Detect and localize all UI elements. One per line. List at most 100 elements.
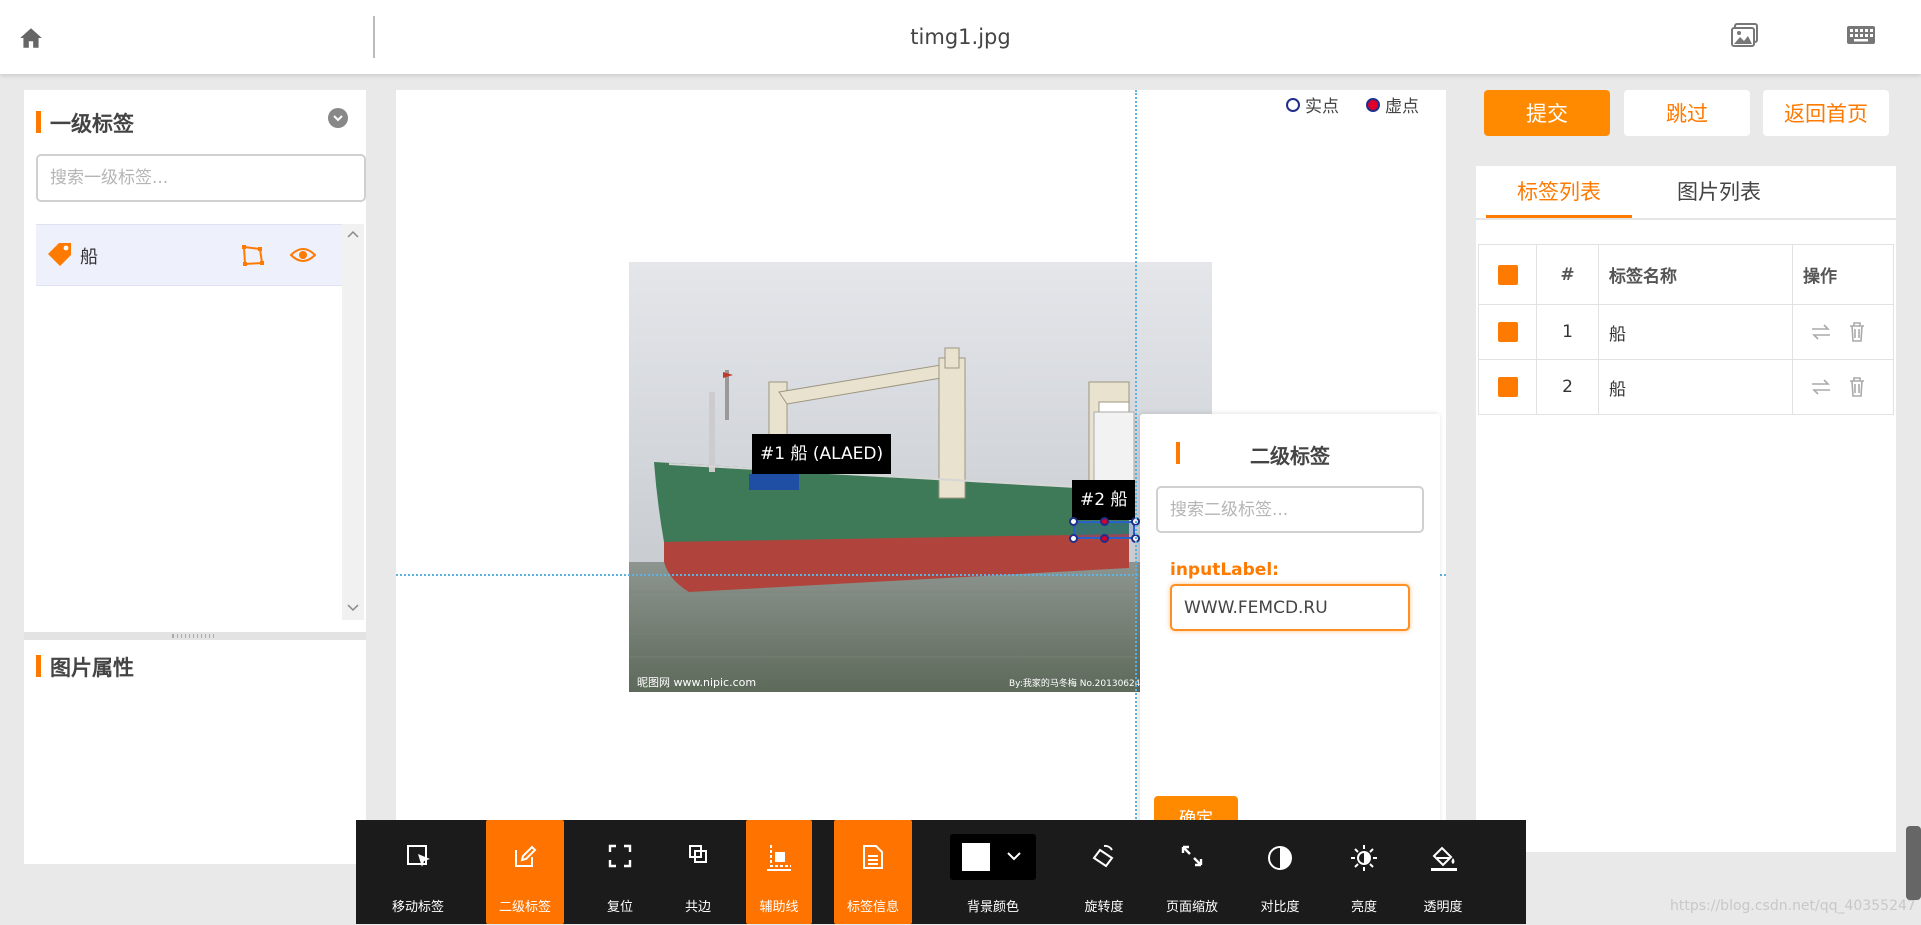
- tab-image-list[interactable]: 图片列表: [1646, 166, 1792, 218]
- label-list-scrollbar[interactable]: [342, 224, 364, 620]
- bbox-handle[interactable]: [1069, 517, 1078, 526]
- keyboard-icon[interactable]: [1846, 24, 1876, 46]
- column-header-name: 标签名称: [1598, 244, 1793, 305]
- tool-label-info[interactable]: 标签信息: [834, 820, 912, 924]
- image-watermark-right: By:我家的马冬梅 No.20130624: [1009, 677, 1141, 689]
- row-name: 船: [1598, 359, 1793, 415]
- tool-guide-lines[interactable]: 辅助线: [746, 820, 812, 924]
- cursor-icon: [407, 845, 430, 867]
- tool-brightness[interactable]: 亮度: [1334, 820, 1394, 924]
- guide-lines-icon: [767, 845, 791, 871]
- legend-virtual-point-label: 虚点: [1385, 97, 1419, 117]
- tool-label: 亮度: [1350, 900, 1377, 915]
- tab-underline: [1476, 218, 1896, 220]
- primary-label-panel: 一级标签 船: [24, 90, 366, 632]
- solid-point-radio-icon: [1286, 97, 1300, 112]
- footer-watermark: https://blog.csdn.net/qq_40355247: [1670, 898, 1916, 914]
- tool-shared-edge[interactable]: 共边: [666, 820, 730, 924]
- image-properties-title: 图片属性: [36, 652, 134, 682]
- annotation-tag-1[interactable]: #1 船 (ALAED): [752, 434, 892, 474]
- tool-label: 旋转度: [1084, 900, 1124, 915]
- primary-label-title: 一级标签: [36, 108, 134, 138]
- tool-secondary-label[interactable]: 二级标签: [486, 820, 564, 924]
- input-label-caption: inputLabel:: [1170, 560, 1279, 580]
- scroll-up-icon[interactable]: [347, 230, 359, 238]
- row-index: 1: [1536, 304, 1599, 360]
- annotation-bbox-2[interactable]: [1069, 517, 1140, 543]
- collapse-icon[interactable]: [328, 108, 348, 128]
- tab-label-list[interactable]: 标签列表: [1486, 166, 1632, 218]
- image-properties-panel: 图片属性: [24, 640, 366, 864]
- fullscreen-icon: [608, 844, 632, 868]
- label-value-input[interactable]: [1170, 584, 1410, 631]
- background-color-picker[interactable]: [950, 834, 1036, 880]
- resize-grip: [172, 634, 216, 638]
- label-list-panel: 标签列表 图片列表 # 标签名称 操作 1 船 2 船: [1476, 166, 1896, 852]
- secondary-label-title: 二级标签: [1250, 444, 1330, 468]
- rotate-icon: [1092, 844, 1114, 868]
- secondary-label-search-input[interactable]: [1156, 486, 1424, 533]
- expand-icon: [1181, 845, 1203, 867]
- legend-solid-point[interactable]: 实点: [1286, 92, 1339, 117]
- color-swatch: [962, 843, 990, 871]
- checkbox-icon: [1497, 377, 1518, 397]
- eye-icon[interactable]: [290, 245, 316, 265]
- tool-reset[interactable]: 复位: [584, 820, 656, 924]
- polygon-icon[interactable]: [240, 243, 266, 267]
- skip-button[interactable]: 跳过: [1624, 90, 1750, 136]
- table-row[interactable]: 2 船: [1478, 359, 1894, 415]
- tool-opacity[interactable]: 透明度: [1408, 820, 1478, 924]
- column-header-index: #: [1536, 244, 1599, 305]
- tool-label: 二级标签: [498, 900, 551, 915]
- primary-label-search-input[interactable]: [36, 154, 366, 202]
- trash-icon[interactable]: [1848, 376, 1866, 398]
- bbox-handle[interactable]: [1100, 534, 1109, 543]
- chevron-down-icon: [333, 115, 343, 122]
- legend-virtual-point[interactable]: 虚点: [1366, 92, 1419, 117]
- row-index: 2: [1536, 359, 1599, 415]
- bbox-handle[interactable]: [1069, 534, 1078, 543]
- brightness-icon: [1351, 845, 1377, 871]
- contrast-icon: [1268, 846, 1292, 870]
- image-gallery-icon[interactable]: [1731, 22, 1759, 48]
- tag-icon: [48, 243, 71, 266]
- tool-label: 标签信息: [846, 900, 899, 915]
- tool-background-color[interactable]: 背景颜色: [944, 820, 1042, 924]
- tool-contrast[interactable]: 对比度: [1240, 820, 1320, 924]
- bbox-handle[interactable]: [1100, 517, 1109, 526]
- column-header-actions: 操作: [1792, 244, 1894, 305]
- row-actions: [1792, 304, 1894, 360]
- tool-rotation[interactable]: 旋转度: [1070, 820, 1138, 924]
- back-home-button[interactable]: 返回首页: [1763, 90, 1889, 136]
- table-row[interactable]: 1 船: [1478, 304, 1894, 360]
- image-watermark-left: 昵图网 www.nipic.com: [637, 676, 756, 689]
- guide-line-vertical: [1135, 90, 1137, 890]
- legend-solid-point-label: 实点: [1305, 97, 1339, 117]
- bottom-toolbar: 移动标签 二级标签 复位 共边 辅助线 标签信息 背景颜色 旋转度 页面缩放 对…: [356, 820, 1526, 924]
- swap-icon[interactable]: [1809, 322, 1833, 342]
- row-checkbox[interactable]: [1478, 359, 1537, 415]
- tool-label: 背景颜色: [966, 900, 1019, 915]
- submit-button[interactable]: 提交: [1484, 90, 1610, 136]
- tool-page-zoom[interactable]: 页面缩放: [1152, 820, 1232, 924]
- tool-label: 移动标签: [391, 900, 444, 915]
- trash-icon[interactable]: [1848, 321, 1866, 343]
- shared-edge-icon: [689, 845, 707, 863]
- secondary-label-popup: 二级标签 inputLabel: 确定: [1140, 414, 1440, 884]
- checkbox-icon: [1497, 264, 1518, 285]
- panel-resize-handle[interactable]: [24, 632, 366, 640]
- row-checkbox[interactable]: [1478, 304, 1537, 360]
- tool-label: 对比度: [1260, 900, 1300, 915]
- document-icon: [863, 845, 883, 869]
- tool-label: 透明度: [1423, 900, 1463, 915]
- annotation-tag-2[interactable]: #2 船: [1072, 480, 1136, 520]
- tool-move-label[interactable]: 移动标签: [378, 820, 458, 924]
- scroll-down-icon[interactable]: [347, 604, 359, 612]
- select-all-checkbox[interactable]: [1478, 244, 1537, 305]
- tool-label: 复位: [606, 900, 633, 915]
- label-item[interactable]: 船: [36, 224, 342, 286]
- table-header-row: # 标签名称 操作: [1478, 244, 1894, 305]
- swap-icon[interactable]: [1809, 377, 1833, 397]
- ship-image: 昵图网 www.nipic.com By:我家的马冬梅 No.20130624: [629, 262, 1212, 692]
- tool-label: 辅助线: [759, 900, 799, 915]
